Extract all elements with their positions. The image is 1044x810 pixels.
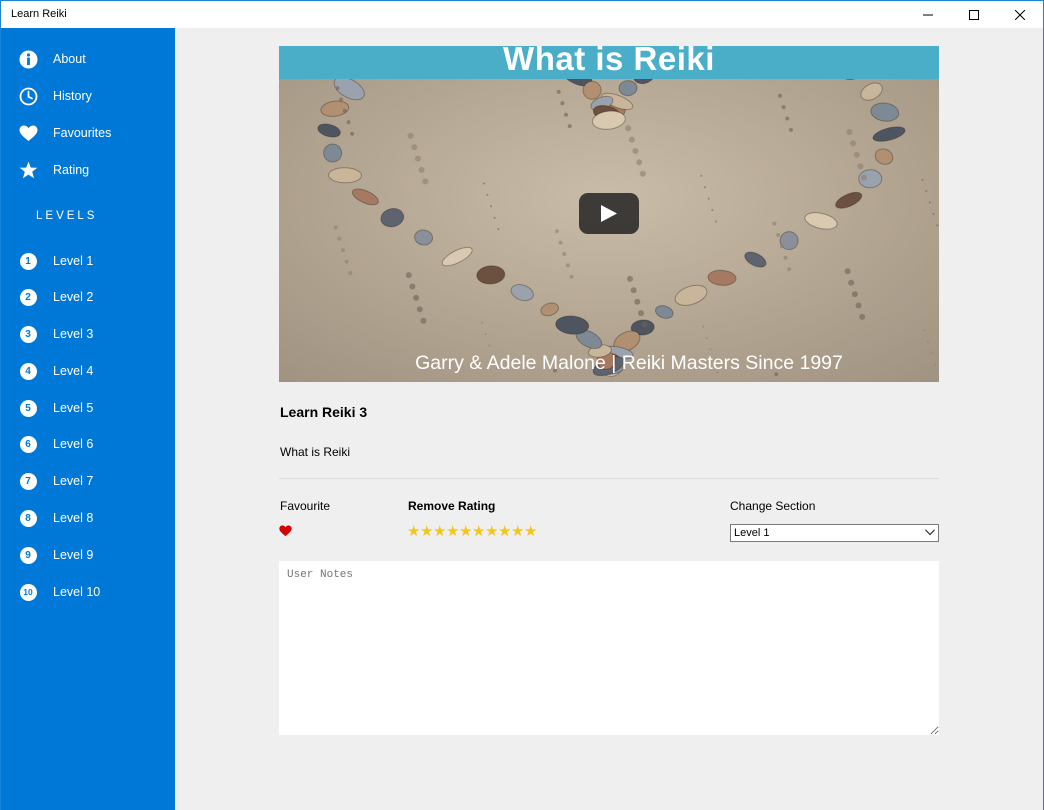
sidebar-item-label: Rating [53,163,90,177]
star-icon [18,160,38,180]
number-6-icon: 6 [19,435,37,453]
play-icon [601,205,617,222]
close-button[interactable] [997,1,1043,28]
sidebar-item-label: About [53,52,86,66]
sidebar-item-about[interactable]: About [1,44,175,74]
section-selected-value: Level 1 [734,527,770,539]
sidebar-item-label: Level 8 [53,511,94,525]
sidebar-item-label: History [53,89,92,103]
window-title: Learn Reiki [11,8,67,20]
sidebar-item-level-6[interactable]: 6 Level 6 [1,429,175,459]
play-button[interactable] [579,193,639,234]
sidebar-item-level-10[interactable]: 10 Level 10 [1,577,175,607]
rating-star-icon[interactable]: ★ [485,524,498,539]
rating-star-icon[interactable]: ★ [420,524,433,539]
number-4-icon: 4 [19,362,37,380]
sidebar-item-level-9[interactable]: 9 Level 9 [1,540,175,570]
sidebar-item-label: Level 9 [53,548,94,562]
sidebar-item-level-8[interactable]: 8 Level 8 [1,503,175,533]
rating-star-icon[interactable]: ★ [459,524,472,539]
lesson-title: Learn Reiki 3 [280,404,368,420]
rating-stars[interactable]: ★ ★ ★ ★ ★ ★ ★ ★ ★ ★ [407,524,537,539]
sidebar-item-label: Level 10 [53,585,101,599]
chevron-down-icon [925,529,935,536]
sidebar-item-label: Level 3 [53,327,94,341]
rating-star-icon[interactable]: ★ [446,524,459,539]
divider [279,478,939,479]
favourite-heart-icon[interactable] [279,524,292,542]
sidebar-item-level-4[interactable]: 4 Level 4 [1,356,175,386]
sidebar-item-level-1[interactable]: 1 Level 1 [1,246,175,276]
main-content: What is Reiki Garry & Adele Malone | Rei… [175,28,1043,810]
change-section-label: Change Section [730,499,816,513]
sidebar-item-label: Level 5 [53,401,94,415]
sidebar-item-label: Favourites [53,126,112,140]
user-notes-input[interactable] [279,561,939,735]
sidebar-item-label: Level 7 [53,474,94,488]
clock-icon [18,86,38,106]
sidebar-item-label: Level 1 [53,254,94,268]
sidebar-item-label: Level 2 [53,290,94,304]
sidebar: About History Favourites Rating LEVELS 1 [1,28,175,810]
video-player[interactable]: What is Reiki Garry & Adele Malone | Rei… [279,46,939,382]
minimize-icon [923,14,933,15]
sidebar-item-label: Level 4 [53,364,94,378]
number-7-icon: 7 [19,472,37,490]
minimize-button[interactable] [905,1,951,28]
app-window: Learn Reiki About History Favourites Rat… [0,0,1044,810]
levels-heading: LEVELS [36,210,98,222]
rating-star-icon[interactable]: ★ [472,524,485,539]
number-2-icon: 2 [19,288,37,306]
sidebar-item-level-5[interactable]: 5 Level 5 [1,393,175,423]
heart-icon [18,123,38,143]
lesson-subtitle: What is Reiki [280,445,351,459]
remove-rating-button[interactable]: Remove Rating [408,499,495,513]
rating-star-icon[interactable]: ★ [407,524,420,539]
sidebar-item-history[interactable]: History [1,81,175,111]
rating-star-icon[interactable]: ★ [524,524,537,539]
title-bar: Learn Reiki [1,1,1043,28]
rating-star-icon[interactable]: ★ [511,524,524,539]
number-8-icon: 8 [19,509,37,527]
rating-star-icon[interactable]: ★ [498,524,511,539]
sidebar-item-rating[interactable]: Rating [1,155,175,185]
number-3-icon: 3 [19,325,37,343]
video-title: What is Reiki [503,46,715,77]
number-5-icon: 5 [19,399,37,417]
number-10-icon: 10 [19,583,37,601]
sidebar-item-level-7[interactable]: 7 Level 7 [1,466,175,496]
section-dropdown[interactable]: Level 1 [730,524,939,542]
sidebar-item-level-2[interactable]: 2 Level 2 [1,282,175,312]
info-icon [18,49,38,69]
video-caption: Garry & Adele Malone | Reiki Masters Sin… [415,352,843,374]
favourite-label: Favourite [280,499,331,513]
maximize-icon [969,9,979,20]
sidebar-item-level-3[interactable]: 3 Level 3 [1,319,175,349]
number-9-icon: 9 [19,546,37,564]
close-icon [1015,9,1025,20]
sidebar-item-favourites[interactable]: Favourites [1,118,175,148]
number-1-icon: 1 [19,252,37,270]
maximize-button[interactable] [951,1,997,28]
rating-star-icon[interactable]: ★ [433,524,446,539]
sidebar-item-label: Level 6 [53,437,94,451]
